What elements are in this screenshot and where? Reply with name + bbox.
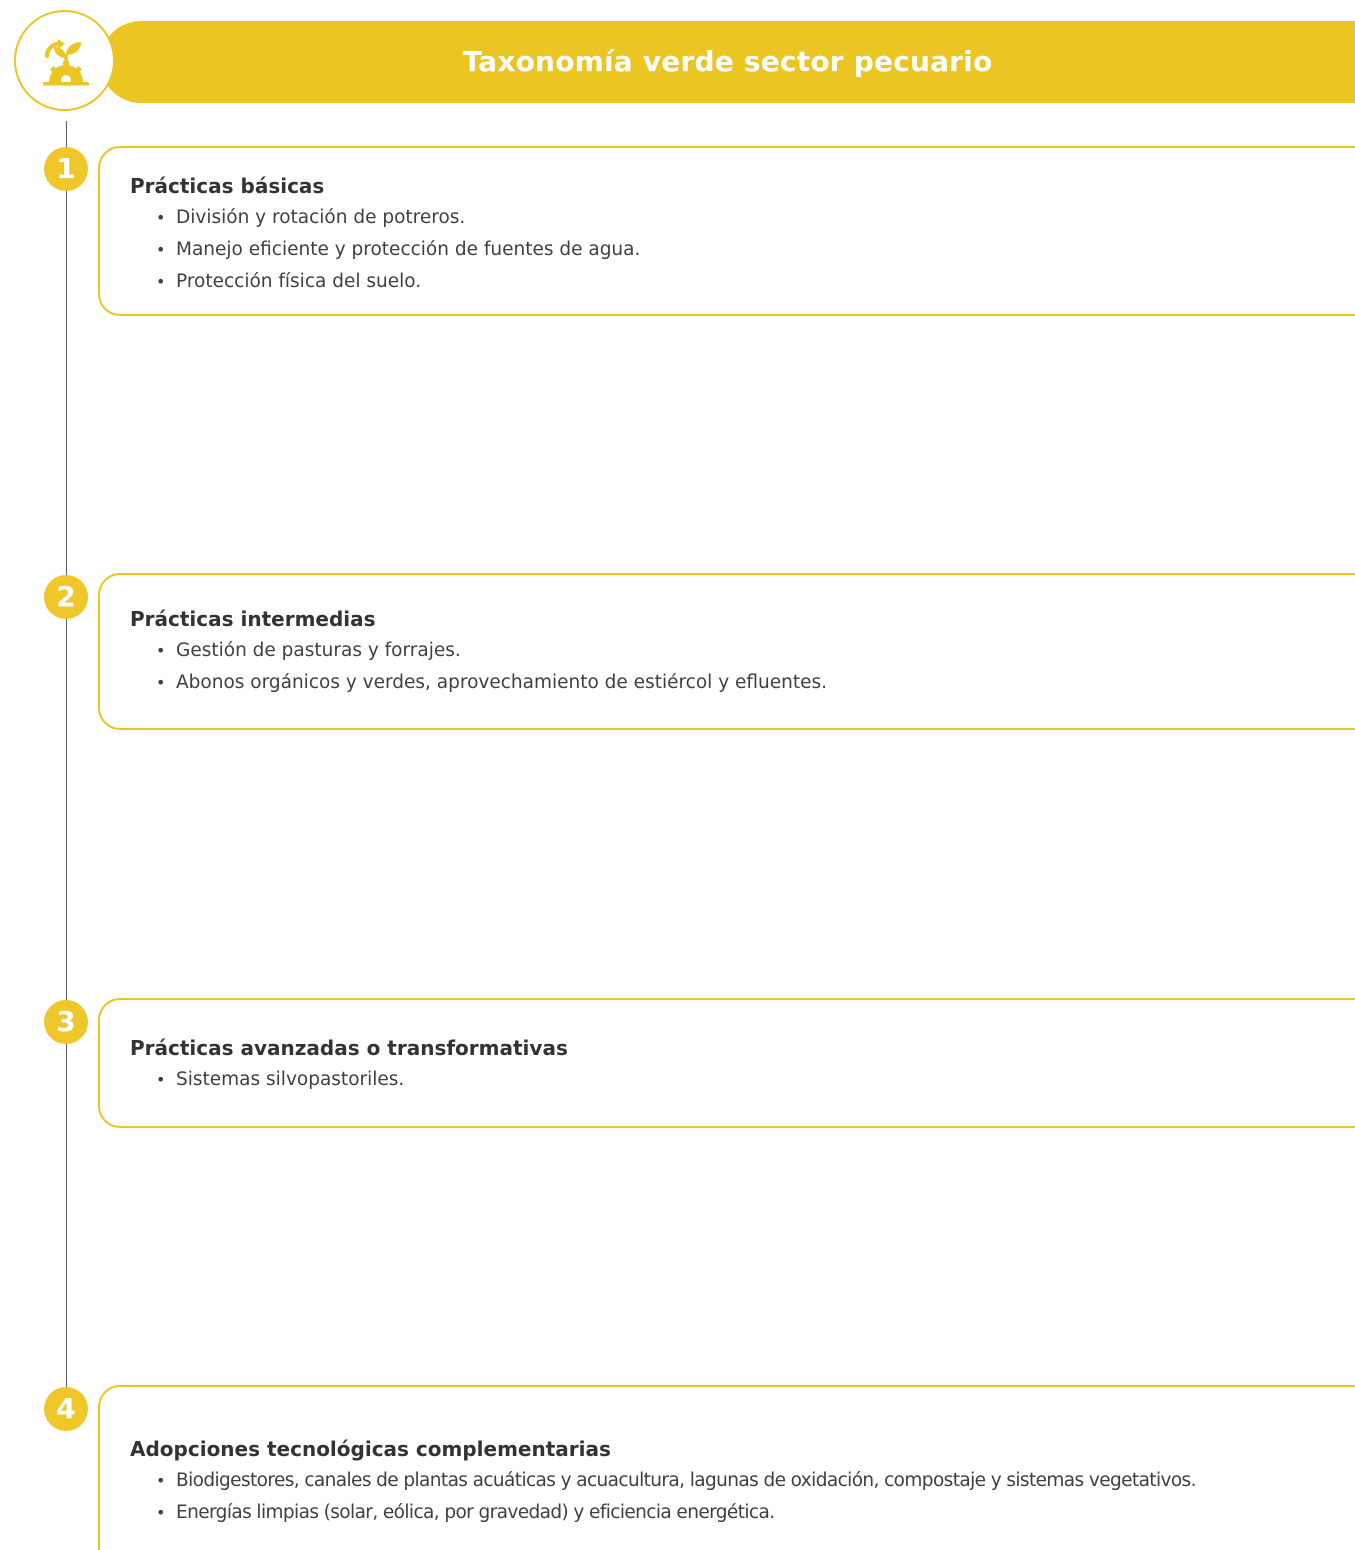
list-item: • Sistemas silvopastoriles.	[154, 1064, 404, 1096]
step-number-badge: 2	[44, 575, 88, 619]
list-item-text: Abonos orgánicos y verdes, aprovechamien…	[176, 672, 828, 693]
list-item: • División y rotación de potreros.	[154, 202, 640, 234]
step-title: Adopciones tecnológicas complementarias	[130, 1437, 611, 1461]
step-number: 1	[56, 152, 76, 185]
bullet-icon: •	[156, 240, 166, 259]
list-item: • Biodigestores, canales de plantas acuát…	[154, 1465, 1196, 1497]
step-card-advanced: Prácticas avanzadas o transformativas • S…	[98, 998, 1355, 1128]
bullet-icon: •	[156, 641, 166, 660]
bullet-icon: •	[156, 1471, 166, 1490]
step-title: Prácticas intermedias	[130, 607, 376, 631]
step-title: Prácticas avanzadas o transformativas	[130, 1036, 568, 1060]
step-title: Prácticas básicas	[130, 174, 325, 198]
list-item-text: Manejo eficiente y protección de fuentes…	[176, 239, 641, 260]
list-item-text: División y rotación de potreros.	[176, 207, 466, 228]
list-item-text: Sistemas silvopastoriles.	[176, 1069, 405, 1090]
list-item-text: Gestión de pasturas y forrajes.	[176, 640, 461, 661]
step-card-intermediate: Prácticas intermedias • Gestión de pastur…	[98, 573, 1355, 730]
logo	[14, 10, 115, 111]
list-item: • Manejo eficiente y protección de fuente…	[154, 234, 640, 266]
bullet-icon: •	[156, 1503, 166, 1522]
step-item-list: • Gestión de pasturas y forrajes. • Abonos…	[154, 635, 827, 699]
page-title: Taxonomía verde sector pecuario	[462, 45, 993, 78]
step-number-badge: 3	[44, 1000, 88, 1044]
bullet-icon: •	[156, 272, 166, 291]
timeline-line	[66, 121, 67, 1411]
step-number-badge: 1	[44, 147, 88, 191]
list-item-text: Biodigestores, canales de plantas acuáti…	[176, 1470, 1196, 1491]
bullet-icon: •	[156, 208, 166, 227]
list-item-text: Energías limpias (solar, eólica, por gra…	[176, 1502, 775, 1523]
step-card-technology: Adopciones tecnológicas complementarias …	[98, 1385, 1355, 1550]
step-number: 4	[56, 1392, 76, 1425]
step-number: 3	[56, 1005, 76, 1038]
sprout-gear-icon	[43, 39, 89, 86]
list-item-text: Protección física del suelo.	[176, 271, 422, 292]
step-number-badge: 4	[44, 1387, 88, 1431]
list-item: • Protección física del suelo.	[154, 266, 640, 298]
bullet-icon: •	[156, 673, 166, 692]
step-item-list: • División y rotación de potreros. • Manej…	[154, 202, 640, 298]
bullet-icon: •	[156, 1070, 166, 1089]
step-card-basic: Prácticas básicas • División y rotación d…	[98, 146, 1355, 316]
step-item-list: • Sistemas silvopastoriles.	[154, 1064, 404, 1096]
list-item: • Abonos orgánicos y verdes, aprovechamie…	[154, 667, 827, 699]
list-item: • Energías limpias (solar, eólica, por gr…	[154, 1497, 1196, 1529]
list-item: • Gestión de pasturas y forrajes.	[154, 635, 827, 667]
step-number: 2	[56, 580, 76, 613]
step-item-list: • Biodigestores, canales de plantas acuát…	[154, 1465, 1196, 1529]
